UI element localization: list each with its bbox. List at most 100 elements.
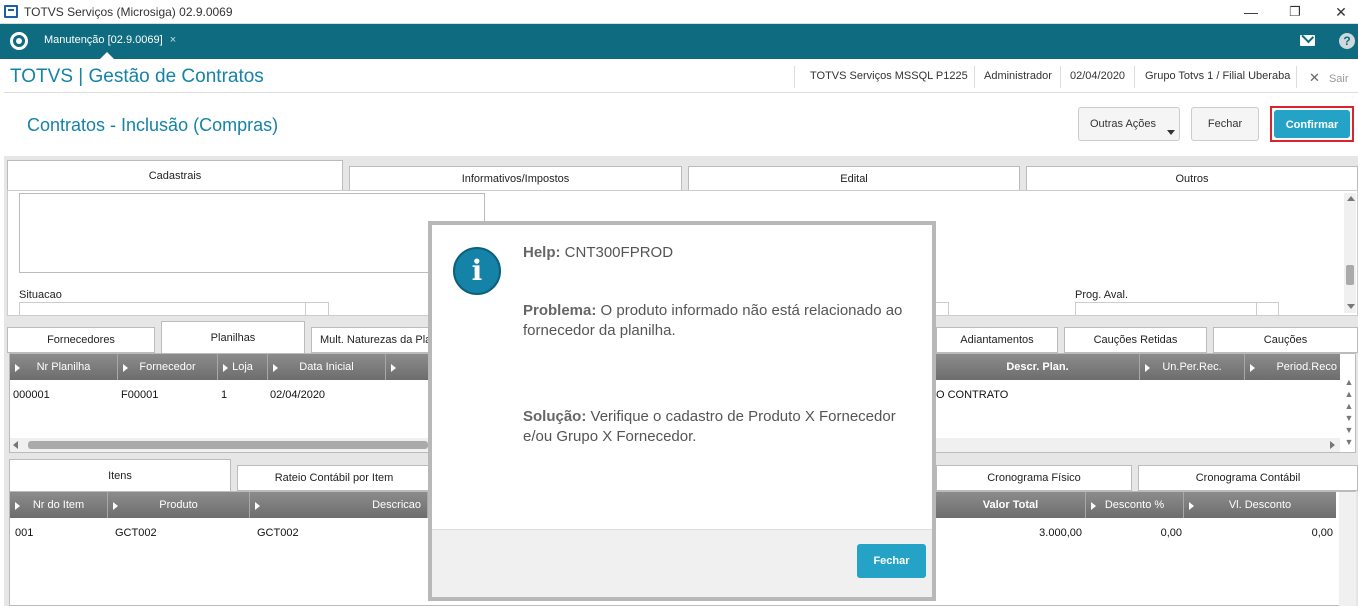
module-tab-bar: Manutenção [02.9.0069] × ? (0, 24, 1358, 59)
exit-label: Sair (1328, 73, 1349, 85)
help-label: Help: (523, 244, 561, 261)
exit-icon: ✕ (1309, 70, 1320, 85)
user-label: Administrador (984, 70, 1052, 82)
app-icon (4, 5, 18, 18)
scroll-thumb[interactable] (1346, 265, 1354, 285)
cell-data-inicial: 02/04/2020 (270, 389, 326, 401)
column-header[interactable] (386, 354, 432, 380)
page-header: Contratos - Inclusão (Compras) Outras Aç… (4, 94, 1358, 156)
tab-informativos[interactable]: Informativos/Impostos (349, 166, 682, 192)
scroll-right-icon[interactable] (1330, 441, 1335, 449)
column-header[interactable]: Descr. Plan. (936, 354, 1140, 380)
tab-cadastrais[interactable]: Cadastrais (7, 160, 343, 190)
more-actions-button[interactable]: Outras Ações (1078, 107, 1180, 141)
app-brand: TOTVS | Gestão de Contratos (10, 66, 264, 87)
window-title-bar: TOTVS Serviços (Microsiga) 02.9.0069 — ❐… (0, 0, 1358, 24)
field-edge (936, 302, 949, 315)
chevron-down-icon (1167, 130, 1175, 135)
form-scrollbar[interactable] (1344, 193, 1356, 313)
confirm-button[interactable]: Confirmar (1274, 110, 1350, 138)
cell-descr-plan: O CONTRATO (936, 389, 1009, 401)
tab-adiantamentos[interactable]: Adiantamentos (936, 327, 1058, 353)
minimize-icon[interactable]: — (1240, 2, 1262, 22)
info-icon: i (453, 247, 501, 295)
tab-cronograma-fisico[interactable]: Cronograma Físico (936, 465, 1132, 491)
cell-desconto: 0,00 (1160, 527, 1182, 539)
column-header[interactable]: Loja (218, 354, 268, 380)
cell-nr-planilha: 000001 (13, 389, 50, 401)
situacao-label: Situacao (19, 289, 62, 301)
scroll-down-icon[interactable] (1347, 304, 1355, 309)
date-label: 02/04/2020 (1070, 70, 1126, 82)
column-header[interactable]: Fornecedor (118, 354, 218, 380)
scroll-up-icon[interactable] (1347, 196, 1355, 201)
memo-field[interactable] (19, 193, 485, 273)
help-dialog: i Help: CNT300FPROD Problema: O produto … (432, 225, 932, 597)
restore-icon[interactable]: ❐ (1284, 2, 1306, 22)
column-header[interactable]: Un.Per.Rec. (1140, 354, 1245, 380)
column-header[interactable]: Valor Total (936, 492, 1086, 518)
tab-itens[interactable]: Itens (9, 459, 231, 491)
column-header[interactable]: Nr do Item (10, 492, 108, 518)
divider (974, 66, 975, 88)
cell-vl-desconto: 0,00 (1311, 527, 1333, 539)
prog-aval-select[interactable] (1075, 302, 1279, 315)
solution-text: Solução: Verifique o cadastro de Produto… (523, 407, 918, 447)
environment-label: TOTVS Serviços MSSQL P1225 (810, 70, 968, 82)
cell-descricao: GCT002 (257, 527, 299, 539)
tab-rateio-contabil[interactable]: Rateio Contábil por Item (237, 465, 431, 491)
select-divider (305, 302, 306, 315)
tab-fornecedores[interactable]: Fornecedores (7, 327, 155, 353)
close-button[interactable]: Fechar (1191, 107, 1259, 141)
divider (1296, 66, 1297, 88)
column-header[interactable]: Nr Planilha (10, 354, 118, 380)
help-icon[interactable]: ? (1339, 33, 1355, 49)
window-title: TOTVS Serviços (Microsiga) 02.9.0069 (24, 5, 233, 19)
problem-label: Problema: (523, 302, 597, 319)
problem-text: Problema: O produto informado não está r… (523, 301, 918, 341)
tab-label: Manutenção [02.9.0069] (44, 34, 163, 46)
totvs-logo-icon[interactable] (10, 32, 28, 50)
cell-produto: GCT002 (115, 527, 157, 539)
exit-button[interactable]: ✕ Sair (1309, 70, 1349, 86)
scroll-left-icon[interactable] (13, 441, 18, 449)
divider (794, 66, 795, 88)
branch-label: Grupo Totvs 1 / Filial Uberaba (1145, 70, 1291, 82)
tab-edital[interactable]: Edital (688, 166, 1020, 192)
column-header[interactable]: Descricao (250, 492, 428, 518)
column-header[interactable]: Data Inicial (268, 354, 386, 380)
select-divider (1256, 302, 1257, 315)
cell-valor-total: 3.000,00 (1039, 527, 1082, 539)
cell-nr-item: 001 (15, 527, 34, 539)
tab-mult-naturezas[interactable]: Mult. Naturezas da Pla (311, 327, 431, 353)
tab-cronograma-contabil[interactable]: Cronograma Contábil (1138, 465, 1358, 491)
tab-outros[interactable]: Outros (1026, 166, 1358, 192)
column-header[interactable]: Vl. Desconto (1184, 492, 1336, 518)
solution-label: Solução: (523, 408, 587, 425)
column-header[interactable]: Period.Reco (1245, 354, 1340, 380)
close-window-icon[interactable]: ✕ (1330, 2, 1352, 22)
tab-caucoes-retidas[interactable]: Cauções Retidas (1064, 327, 1207, 353)
divider (1060, 66, 1061, 88)
scroll-thumb[interactable] (28, 441, 428, 449)
page-title: Contratos - Inclusão (Compras) (27, 115, 279, 135)
tab-close-icon[interactable]: × (170, 34, 176, 46)
cell-loja: 1 (221, 389, 228, 401)
mail-icon[interactable] (1300, 35, 1315, 46)
prog-aval-label: Prog. Aval. (1075, 289, 1128, 301)
column-header[interactable]: Produto (108, 492, 250, 518)
help-code-line: Help: CNT300FPROD (523, 243, 918, 263)
more-actions-label: Outras Ações (1090, 118, 1157, 130)
active-tab-indicator (100, 52, 114, 59)
cell-fornecedor: F00001 (121, 389, 159, 401)
planilhas-vscroll-controls[interactable]: ▲ ▲ ▲ ▼ ▼ ▼ (1342, 376, 1356, 452)
itens-vscrollbar[interactable] (1339, 492, 1356, 606)
tab-caucoes[interactable]: Cauções (1213, 327, 1358, 353)
help-code: CNT300FPROD (564, 244, 674, 261)
divider (1134, 66, 1135, 88)
app-header: TOTVS | Gestão de Contratos TOTVS Serviç… (4, 62, 1358, 93)
tab-planilhas[interactable]: Planilhas (161, 321, 305, 353)
dialog-close-button[interactable]: Fechar (857, 544, 926, 578)
column-header[interactable]: Desconto % (1086, 492, 1184, 518)
situacao-select[interactable] (19, 302, 329, 315)
